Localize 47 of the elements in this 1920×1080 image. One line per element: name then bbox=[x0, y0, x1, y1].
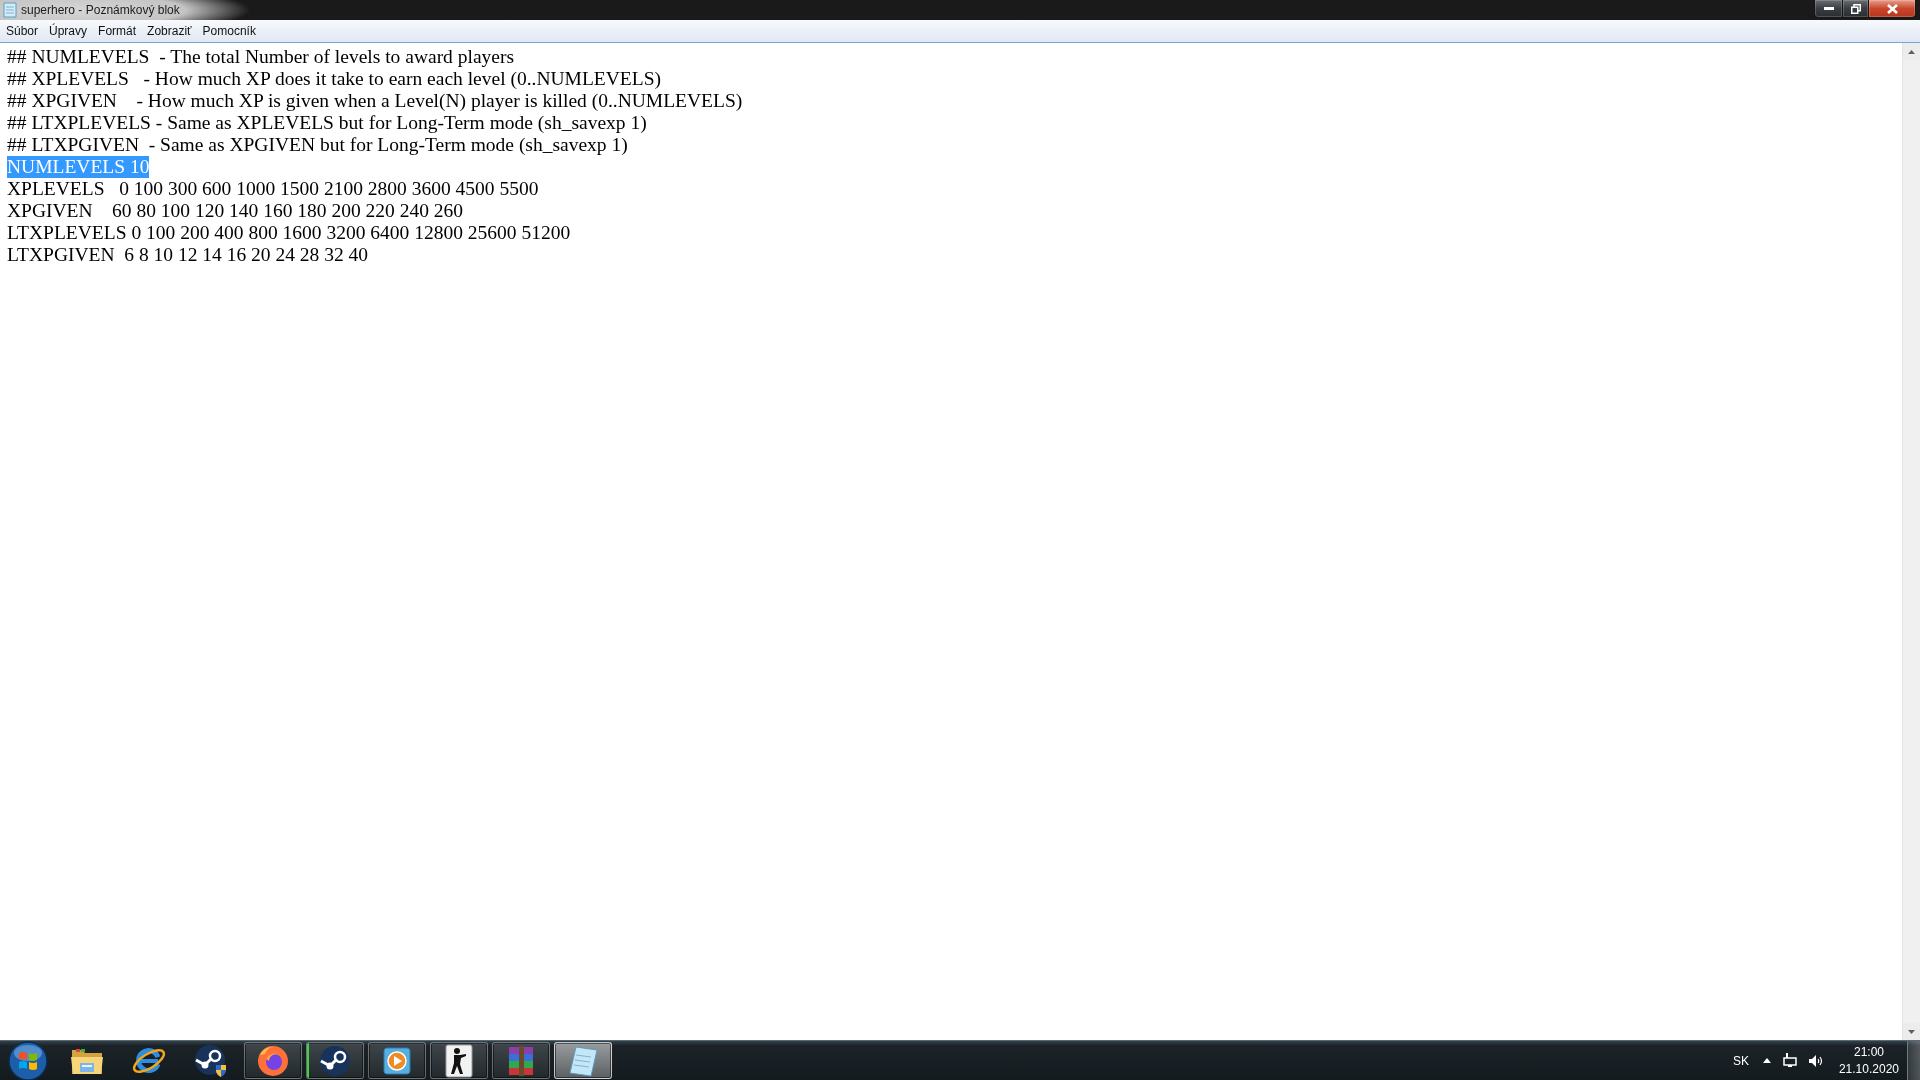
text-line: ## NUMLEVELS - The total Number of levels to award players bbox=[7, 46, 515, 68]
fox-globe-icon bbox=[257, 1044, 289, 1077]
person-silhouette-icon bbox=[445, 1043, 473, 1078]
taskbar-button[interactable] bbox=[306, 1042, 364, 1079]
taskbar-button[interactable] bbox=[554, 1042, 612, 1079]
language-indicator[interactable]: SK bbox=[1732, 1053, 1749, 1068]
minimize-button[interactable] bbox=[1814, 0, 1843, 18]
menu-item[interactable]: Formát bbox=[93, 22, 142, 40]
taskbar-button[interactable] bbox=[492, 1042, 550, 1079]
text-line: ## LTXPGIVEN - Same as XPGIVEN but for Long-Term mode (sh_savexp 1) bbox=[7, 134, 628, 156]
taskbar-button[interactable] bbox=[368, 1042, 426, 1079]
speaker-icon[interactable] bbox=[1808, 1053, 1823, 1068]
text-line: LTXPLEVELS 0 100 200 400 800 1600 3200 6400 12800 25600 51200 bbox=[7, 222, 571, 244]
triangle-up-icon bbox=[1908, 49, 1915, 54]
scroll-down-button[interactable] bbox=[1903, 1023, 1920, 1040]
clock-time[interactable]: 21:00 bbox=[1853, 1043, 1884, 1061]
taskbar-button[interactable] bbox=[430, 1042, 488, 1079]
triangle-down-icon bbox=[1908, 1029, 1915, 1034]
windows-logo-icon bbox=[8, 1040, 48, 1080]
clock-date[interactable]: 21.10.2020 bbox=[1838, 1060, 1899, 1078]
text-line: ## LTXPLEVELS - Same as XPLEVELS but for Long-Term mode (sh_savexp 1) bbox=[7, 112, 647, 134]
show-desktop-button[interactable] bbox=[1907, 1040, 1920, 1080]
text-line: LTXPGIVEN 6 8 10 12 14 16 20 24 28 32 40 bbox=[7, 244, 369, 266]
window-title: superhero - Poznámkový blok bbox=[21, 3, 180, 17]
text-line: ## XPGIVEN - How much XP is given when a Level(N) player is killed (0..NUMLEVELS) bbox=[7, 90, 743, 112]
menu-item[interactable]: Úpravy bbox=[44, 22, 93, 40]
network-icon[interactable] bbox=[1782, 1053, 1797, 1068]
notepad-icon bbox=[3, 2, 17, 18]
steam-logo-icon bbox=[194, 1043, 228, 1078]
close-icon bbox=[1886, 3, 1898, 14]
play-icon bbox=[381, 1045, 413, 1076]
scrollbar[interactable] bbox=[1902, 43, 1920, 1040]
restore-icon bbox=[1850, 3, 1861, 14]
text-line: XPGIVEN 60 80 100 120 140 160 180 200 220 240 260 bbox=[7, 200, 464, 222]
menu-item[interactable]: Zobraziť bbox=[142, 22, 197, 40]
steam-logo-icon bbox=[319, 1044, 351, 1077]
text-line: XPLEVELS 0 100 300 600 1000 1500 2100 2800 3600 4500 5500 bbox=[7, 178, 539, 200]
minimize-icon bbox=[1823, 7, 1834, 10]
menu-item[interactable]: Pomocník bbox=[197, 22, 261, 40]
restore-button[interactable] bbox=[1843, 0, 1869, 18]
menu-item[interactable]: Súbor bbox=[1, 22, 44, 40]
caret-up-icon[interactable] bbox=[1762, 1058, 1771, 1063]
text-line: ## XPLEVELS - How much XP does it take to earn each level (0..NUMLEVELS) bbox=[7, 68, 661, 90]
notepad-icon bbox=[567, 1044, 599, 1077]
taskbar-button[interactable] bbox=[244, 1042, 302, 1079]
close-button[interactable] bbox=[1869, 0, 1916, 18]
scroll-up-button[interactable] bbox=[1903, 43, 1920, 60]
